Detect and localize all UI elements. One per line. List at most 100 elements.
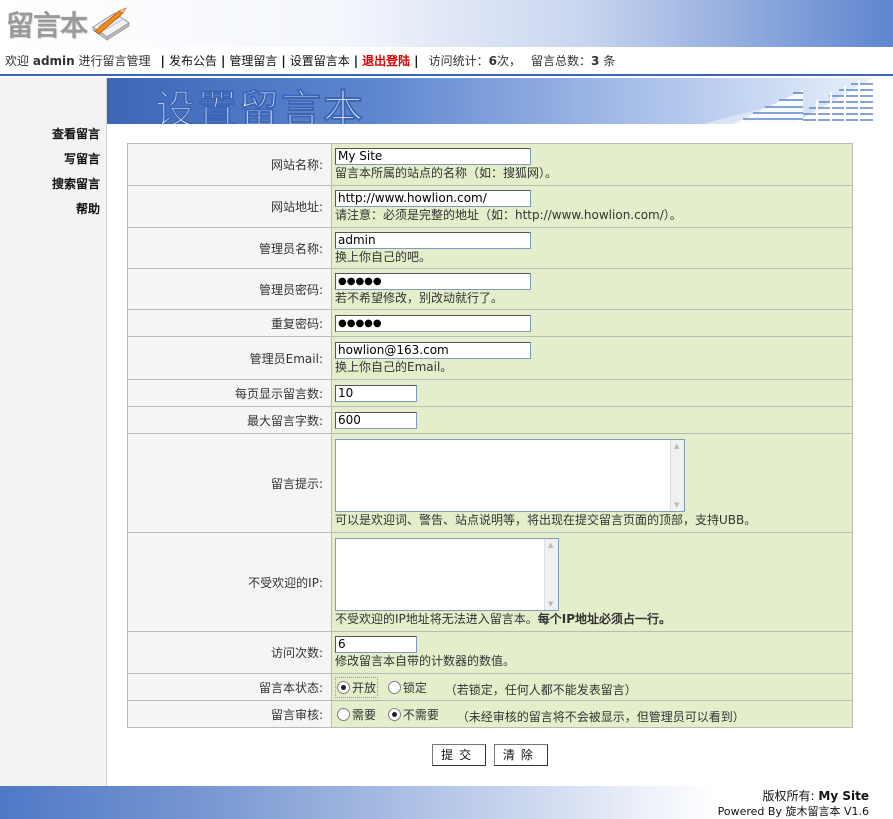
welcome-prefix: 欢迎	[5, 54, 30, 68]
row-repeat-password: 重复密码: ●●●●●	[127, 309, 853, 337]
nav-manage-messages[interactable]: 管理留言	[229, 52, 277, 69]
review-label: 留言审核:	[127, 700, 332, 728]
sidebar-item-view-messages[interactable]: 查看留言	[0, 122, 106, 147]
settings-table: 网站名称: My Site 留言本所属的站点的名称（如：搜狐网）。 网站地址: …	[127, 143, 853, 728]
status-lock-radio[interactable]	[387, 680, 401, 694]
blocked-ip-textarea[interactable]: ▲ ▼	[335, 537, 559, 611]
review-required-label: 需要	[352, 707, 377, 722]
reset-button[interactable]: 清除	[493, 744, 548, 766]
row-max-chars: 最大留言字数: 600	[127, 406, 853, 434]
visit-count-label: 访问次数:	[127, 631, 332, 674]
admin-email-hint: 换上你自己的Email。	[335, 359, 453, 374]
powered-by: Powered By 旋木留言本 V1.6	[718, 803, 869, 819]
max-chars-input[interactable]: 600	[335, 411, 417, 429]
settings-form: 网站名称: My Site 留言本所属的站点的名称（如：搜狐网）。 网站地址: …	[127, 143, 853, 728]
per-page-label: 每页显示留言数:	[127, 379, 332, 407]
sidebar: 查看留言 写留言 搜索留言 帮助	[0, 78, 107, 786]
site-url-input[interactable]: http://www.howlion.com/	[335, 190, 531, 207]
row-visit-count: 访问次数: 6 修改留言本自带的计数器的数值。	[127, 631, 853, 674]
review-required-option[interactable]: 需要	[335, 704, 378, 725]
admin-name-input[interactable]: admin	[335, 231, 531, 249]
page-banner: 设置留言本	[107, 78, 873, 124]
notice-scrollbar[interactable]: ▲ ▼	[670, 439, 684, 511]
sidebar-item-search-messages[interactable]: 搜索留言	[0, 172, 106, 197]
welcome-suffix: 进行留言管理	[78, 54, 151, 68]
admin-email-label: 管理员Email:	[127, 336, 332, 380]
submit-button[interactable]: 提交	[432, 744, 487, 766]
header-bar: 留言本	[0, 0, 893, 47]
nav-settings[interactable]: 设置留言本	[290, 52, 350, 69]
notice-label: 留言提示:	[127, 433, 332, 533]
blocked-ip-hint: 不受欢迎的IP地址将无法进入留言本。每个IP地址必须占一行。	[335, 612, 849, 627]
top-nav: 欢迎 admin 进行留言管理 | 发布公告 | 管理留言 | 设置留言本 | …	[0, 47, 893, 76]
admin-email-input[interactable]: howlion@163.com	[335, 341, 531, 359]
nav-post-announcement[interactable]: 发布公告	[169, 52, 217, 69]
total-unit: 条	[603, 54, 616, 68]
row-site-url: 网站地址: http://www.howlion.com/ 请注意：必须是完整的…	[127, 185, 853, 228]
review-not-required-radio[interactable]	[387, 707, 401, 721]
review-not-required-label: 不需要	[402, 707, 439, 722]
row-guestbook-status: 留言本状态: 开放 锁定 （若锁定，任何人都不能发表留言）	[127, 673, 853, 701]
powered-prefix: Powered By	[717, 805, 782, 818]
nav-separator: |	[414, 53, 419, 68]
blocked-ip-hint-bold: 每个IP地址必须占一行。	[537, 611, 672, 626]
total-count-value: 3	[590, 53, 600, 68]
repeat-password-input[interactable]: ●●●●●	[335, 314, 531, 332]
stats-label: 访问统计：	[428, 54, 489, 68]
site-name-label: 网站名称:	[127, 143, 332, 186]
form-buttons: 提交 清除	[127, 744, 853, 766]
version: V1.6	[843, 805, 869, 818]
repeat-password-label: 重复密码:	[127, 309, 332, 337]
username: admin	[32, 53, 75, 68]
row-blocked-ip: 不受欢迎的IP: ▲ ▼ 不受欢迎的IP地址将无法进入留言本。每个IP地址必须占一…	[127, 532, 853, 632]
row-per-page: 每页显示留言数: 10	[127, 379, 853, 407]
nav-separator: |	[281, 53, 286, 68]
notebook-pencil-icon	[89, 7, 133, 41]
review-required-radio[interactable]	[337, 707, 350, 721]
footer-bar: 版权所有: My Site Powered By 旋木留言本 V1.6	[0, 786, 893, 819]
nav-separator: |	[353, 53, 359, 68]
row-notice: 留言提示: ▲ ▼ 可以是欢迎词、警告、站点说明等，将出现在提交留言页面的顶部，支…	[127, 433, 853, 533]
visit-count-hint: 修改留言本自带的计数器的数值。	[335, 654, 516, 668]
status-lock-option[interactable]: 锁定	[386, 677, 429, 698]
status-label: 留言本状态:	[127, 673, 332, 701]
visit-count-value: 6	[488, 53, 497, 68]
blocked-ip-scrollbar[interactable]: ▲ ▼	[544, 538, 558, 610]
per-page-input[interactable]: 10	[335, 384, 417, 402]
row-admin-name: 管理员名称: admin 换上你自己的吧。	[127, 227, 853, 269]
admin-name-hint: 换上你自己的吧。	[335, 249, 432, 264]
row-review: 留言审核: 需要 不需要 （未经审核的留言将不会被显示，但管理员可以看到）	[127, 700, 853, 728]
site-name-hint: 留言本所属的站点的名称（如：搜狐网）。	[335, 166, 558, 180]
status-open-option[interactable]: 开放	[335, 676, 379, 698]
logout-link[interactable]: 退出登陆	[362, 52, 410, 69]
notice-textarea[interactable]: ▲ ▼	[335, 438, 685, 512]
total-label: 留言总数：	[530, 54, 591, 68]
copyright: 版权所有: My Site	[763, 787, 869, 804]
status-note: （若锁定，任何人都不能发表留言）	[444, 682, 637, 697]
review-note: （未经审核的留言将不会被显示，但管理员可以看到）	[456, 709, 745, 724]
site-name-input[interactable]: My Site	[335, 148, 531, 165]
status-open-radio[interactable]	[337, 680, 350, 694]
building-graphic	[703, 78, 873, 124]
page-title: 设置留言本	[155, 86, 365, 125]
notice-hint: 可以是欢迎词、警告、站点说明等，将出现在提交留言页面的顶部，支持UBB。	[335, 512, 757, 527]
nav-separator: |	[160, 53, 165, 68]
status-open-label: 开放	[352, 680, 377, 695]
site-url-label: 网站地址:	[127, 185, 332, 228]
admin-password-hint: 若不希望修改，别改动就行了。	[335, 290, 504, 305]
review-not-required-option[interactable]: 不需要	[386, 704, 441, 725]
sidebar-item-write-message[interactable]: 写留言	[0, 147, 106, 172]
visit-unit: 次，	[496, 54, 521, 68]
blocked-ip-hint-text: 不受欢迎的IP地址将无法进入留言本。	[335, 611, 538, 626]
powered-name: 旋木留言本	[785, 805, 841, 818]
max-chars-label: 最大留言字数:	[127, 406, 332, 434]
visit-count-input[interactable]: 6	[335, 636, 417, 653]
logo: 留言本	[6, 6, 133, 42]
site-url-hint: 请注意：必须是完整的地址（如：http://www.howlion.com/）。	[335, 208, 682, 222]
row-site-name: 网站名称: My Site 留言本所属的站点的名称（如：搜狐网）。	[127, 143, 853, 186]
admin-password-input[interactable]: ●●●●●	[335, 272, 531, 290]
status-lock-label: 锁定	[402, 680, 427, 695]
copyright-owner: My Site	[818, 789, 869, 803]
row-admin-email: 管理员Email: howlion@163.com 换上你自己的Email。	[127, 336, 853, 380]
sidebar-item-help[interactable]: 帮助	[0, 197, 106, 222]
